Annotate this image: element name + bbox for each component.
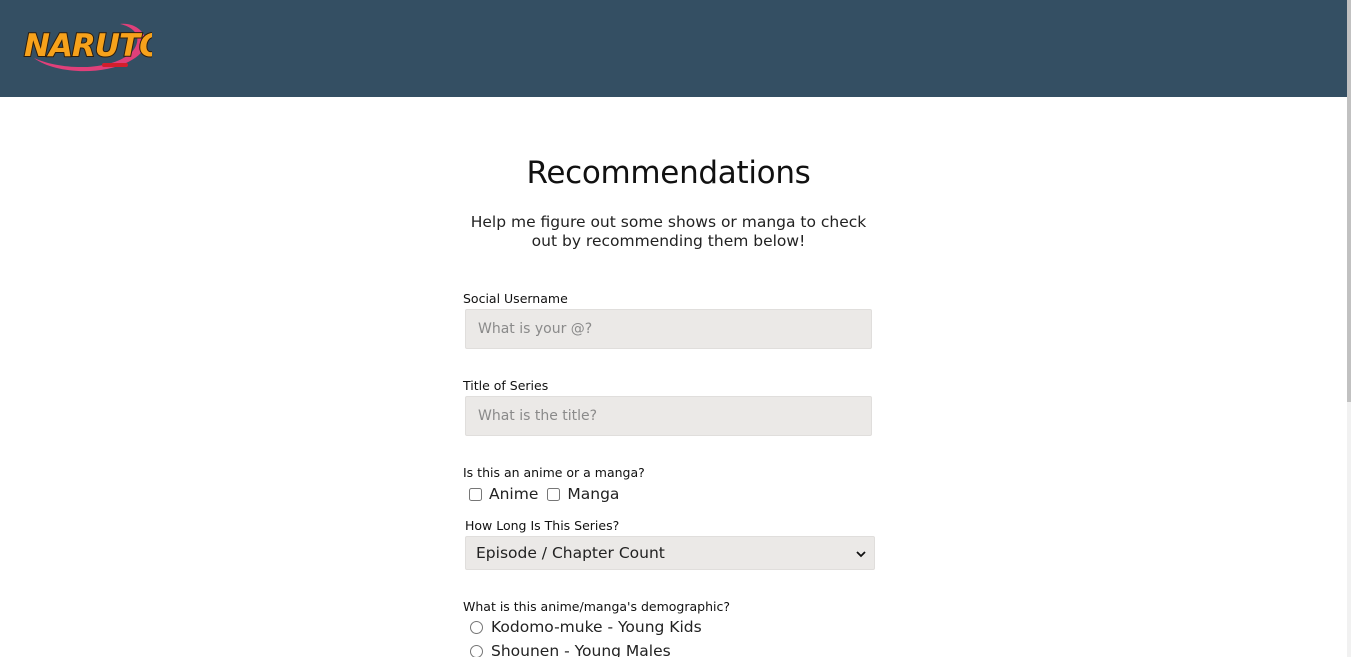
kodomo-radio-label: Kodomo-muke - Young Kids — [491, 618, 702, 636]
demographic-option: Kodomo-muke - Young Kids — [469, 617, 702, 637]
page-title: Recommendations — [526, 155, 811, 191]
page: NARUTO Recommendations Help me figure ou… — [0, 0, 1351, 657]
username-input[interactable] — [465, 309, 872, 349]
chevron-down-icon — [856, 544, 866, 562]
manga-checkbox-label: Manga — [567, 485, 620, 503]
scrollbar-thumb[interactable] — [1347, 0, 1351, 402]
length-select[interactable]: Episode / Chapter Count — [465, 536, 875, 570]
site-header: NARUTO — [0, 0, 1347, 97]
demographic-label: What is this anime/manga's demographic? — [463, 599, 730, 614]
shounen-radio[interactable] — [470, 644, 483, 657]
anime-checkbox[interactable] — [469, 487, 482, 501]
demographic-option: Shounen - Young Males — [469, 641, 671, 657]
manga-checkbox[interactable] — [547, 487, 561, 501]
kodomo-radio[interactable] — [470, 620, 483, 634]
length-label: How Long Is This Series? — [465, 518, 620, 533]
anime-checkbox-label: Anime — [489, 485, 539, 503]
type-options: Anime Manga — [468, 484, 627, 504]
page-subtitle: Help me figure out some shows or manga t… — [470, 213, 867, 250]
shounen-radio-label: Shounen - Young Males — [491, 642, 671, 657]
scrollbar[interactable] — [1347, 0, 1351, 657]
naruto-logo[interactable]: NARUTO — [20, 16, 152, 76]
series-title-input[interactable] — [465, 396, 872, 436]
username-label: Social Username — [463, 291, 568, 306]
svg-text:NARUTO: NARUTO — [24, 28, 152, 64]
type-label: Is this an anime or a manga? — [463, 465, 645, 480]
series-title-label: Title of Series — [463, 378, 549, 393]
length-select-value: Episode / Chapter Count — [476, 544, 665, 562]
